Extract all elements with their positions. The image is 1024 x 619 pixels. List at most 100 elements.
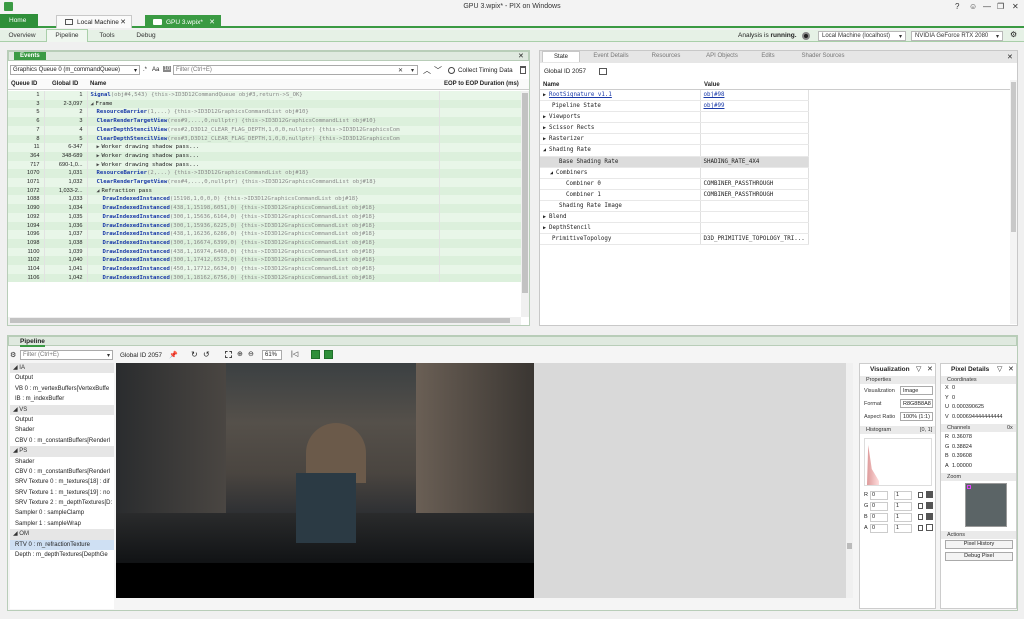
pipeline-stage[interactable]: ◢ VS	[10, 404, 114, 415]
state-row[interactable]: Combiner 0 COMBINER_PASSTHROUGH	[540, 178, 809, 190]
event-row[interactable]: 1104 1,041 DrawIndexedInstanced(450,1,1771…	[8, 265, 521, 274]
event-row[interactable]: 1098 1,038 DrawIndexedInstanced(300,1,1667…	[8, 238, 521, 248]
close-tab-icon[interactable]: ✕	[209, 18, 215, 26]
pipeline-item[interactable]: SRV Texture 2 : m_depthTextures[D:	[10, 498, 114, 508]
image-view-icon[interactable]	[311, 350, 320, 359]
case-toggle[interactable]: Aa	[152, 67, 159, 73]
event-row[interactable]: 3 2-3,097 ◢ Frame	[8, 99, 521, 109]
pipeline-stage[interactable]: ◢ IA	[10, 363, 114, 374]
prev-icon[interactable]: ︿	[423, 65, 431, 76]
queue-select[interactable]: Graphics Queue 0 (m_commandQueue) ▾	[10, 65, 140, 75]
settings-icon[interactable]: ⚙	[1010, 30, 1017, 39]
col-state-value[interactable]: Value	[704, 82, 720, 88]
events-filter-input[interactable]: Filter (Ctrl+E) ✕ ▾	[173, 65, 418, 75]
help-button[interactable]: ?	[955, 2, 959, 11]
format-select[interactable]: R8G8B8A8	[900, 399, 933, 408]
channel-min[interactable]: 0	[870, 491, 888, 500]
event-row[interactable]: 1106 1,042 DrawIndexedInstanced(300,1,1816…	[8, 273, 521, 283]
expander-icon[interactable]: ▶	[543, 225, 546, 231]
state-row[interactable]: ▶ Scissor Rects	[540, 122, 809, 135]
regex-toggle[interactable]: .*	[143, 67, 147, 73]
adapter-select[interactable]: NVIDIA GeForce RTX 2080 ▾	[911, 31, 1003, 41]
col-duration[interactable]: EOP to EOP Duration (ms)	[444, 81, 519, 87]
pipeline-item[interactable]: IB : m_indexBuffer	[10, 394, 114, 404]
close-pane-icon[interactable]: ✕	[518, 52, 524, 60]
tab-local-machine[interactable]: Local Machine ✕	[56, 15, 132, 28]
first-frame-icon[interactable]: |◁	[291, 350, 298, 358]
lock-icon[interactable]	[918, 514, 923, 520]
debug-pixel-button[interactable]: Debug Pixel	[945, 552, 1013, 561]
channels-format[interactable]: 0x	[1007, 425, 1013, 431]
pipeline-item[interactable]: CBV 0 : m_constantBuffers[Renderl	[10, 436, 114, 446]
lock-icon[interactable]	[918, 492, 923, 498]
filter-icon[interactable]: ▽	[916, 365, 921, 373]
pipeline-item[interactable]: Sampler 1 : sampleWrap	[10, 519, 114, 529]
trash-icon[interactable]	[520, 66, 526, 74]
col-state-name[interactable]: Name	[543, 82, 559, 88]
state-value[interactable]: obj#99	[704, 103, 725, 109]
refresh-icon[interactable]: ↻	[191, 350, 198, 359]
pipeline-stage[interactable]: ◢ OM	[10, 529, 114, 540]
maximize-button[interactable]: ❐	[997, 2, 1004, 11]
state-row[interactable]: Pipeline State obj#99	[540, 100, 809, 113]
state-vscrollbar[interactable]	[1010, 80, 1017, 324]
state-row[interactable]: ▶ Viewports	[540, 111, 809, 124]
pipeline-item[interactable]: Sampler 0 : sampleClamp	[10, 508, 114, 518]
expander-icon[interactable]: ◢	[543, 147, 546, 153]
event-row[interactable]: 11 6-347 ▶ Worker drawing shadow pass...	[8, 143, 521, 152]
pipeline-stage[interactable]: ◢ PS	[10, 446, 114, 457]
histogram-view-icon[interactable]	[324, 350, 333, 359]
tab-event-details[interactable]: Event Details	[584, 51, 638, 62]
scroll-thumb[interactable]	[522, 93, 528, 293]
expander-icon[interactable]: ▶	[543, 125, 546, 131]
col-queue-id[interactable]: Queue ID	[11, 81, 37, 87]
channels-header[interactable]: Channels	[941, 424, 1016, 432]
expander-icon[interactable]: ◢	[97, 188, 100, 194]
tab-state[interactable]: State	[542, 51, 580, 62]
channel-checkbox[interactable]	[926, 513, 933, 520]
scroll-thumb[interactable]	[10, 318, 510, 323]
actions-header[interactable]: Actions	[941, 531, 1016, 539]
state-value[interactable]: obj#98	[704, 92, 725, 98]
pipeline-item[interactable]: SRV Texture 0 : m_textures[18] : dif	[10, 477, 114, 487]
state-row[interactable]: Combiner 1 COMBINER_PASSTHROUGH	[540, 189, 809, 201]
viewport-vscrollbar[interactable]	[846, 363, 853, 598]
col-global-id[interactable]: Global ID	[52, 81, 78, 87]
close-pane-icon[interactable]: ✕	[927, 365, 933, 373]
event-row[interactable]: 1088 1,033 DrawIndexedInstanced(15198,1,0,…	[8, 195, 521, 205]
tab-shader-sources[interactable]: Shader Sources	[792, 51, 854, 62]
clear-icon[interactable]: ✕	[398, 67, 403, 74]
event-row[interactable]: 6 3 ClearRenderTargetView(res#9,...,0,null…	[8, 117, 521, 126]
close-button[interactable]: ✕	[1012, 2, 1019, 11]
pipeline-item[interactable]: Shader	[10, 425, 114, 435]
channel-checkbox[interactable]	[926, 502, 933, 509]
tab-debug[interactable]: Debug	[128, 30, 164, 42]
channel-checkbox[interactable]	[926, 524, 933, 531]
zoom-level[interactable]: 61%	[262, 350, 282, 360]
event-row[interactable]: 1096 1,037 DrawIndexedInstanced(438,1,1623…	[8, 230, 521, 239]
pipeline-item[interactable]: RTV 0 : m_refractionTexture	[10, 539, 114, 551]
channel-min[interactable]: 0	[870, 524, 888, 533]
viz-select[interactable]: Image	[900, 386, 933, 395]
tab-overview[interactable]: Overview	[2, 30, 42, 42]
pin-icon[interactable]: 📌	[169, 351, 178, 359]
expander-icon[interactable]: ▶	[97, 153, 100, 159]
state-row[interactable]: ▶ Rasterizer	[540, 133, 809, 146]
state-row[interactable]: Shading Rate Image	[540, 200, 809, 213]
state-row[interactable]: ▶ DepthStencil	[540, 222, 809, 235]
channel-checkbox[interactable]	[926, 491, 933, 498]
channel-max[interactable]: 1	[894, 524, 912, 533]
whole-word-toggle[interactable]: 10	[163, 66, 172, 72]
expander-icon[interactable]: ▶	[543, 92, 546, 98]
pipeline-item[interactable]: Depth : m_depthTextures[DepthGe	[10, 550, 114, 560]
pipeline-item[interactable]: SRV Texture 1 : m_textures[19] : no	[10, 488, 114, 498]
render-target-viewport[interactable]	[116, 363, 853, 598]
aspect-select[interactable]: 100% (1:1)	[900, 412, 933, 421]
channel-max[interactable]: 1	[894, 491, 912, 500]
event-row[interactable]: 5 2 ResourceBarrier(1,...) {this->ID3D12Gr…	[8, 108, 521, 118]
close-tab-icon[interactable]: ✕	[120, 18, 126, 26]
tab-api-objects[interactable]: API Objects	[698, 51, 746, 62]
expander-icon[interactable]: ▶	[97, 144, 100, 150]
pipeline-item[interactable]: VB 0 : m_vertexBuffers[VertexBuffe	[10, 384, 114, 394]
collect-timing-button[interactable]: Collect Timing Data	[458, 67, 513, 74]
